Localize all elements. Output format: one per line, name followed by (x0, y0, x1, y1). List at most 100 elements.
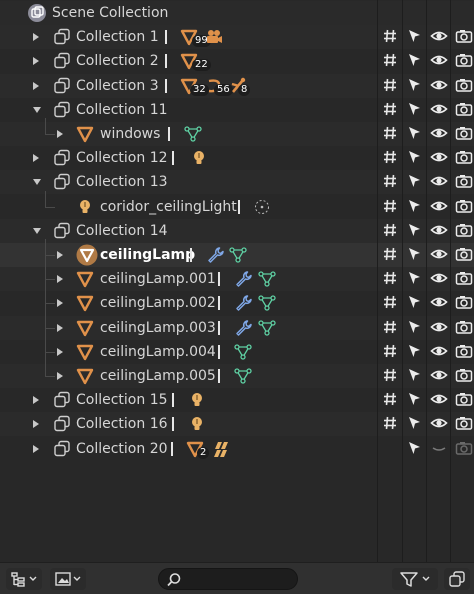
collapse-arrow[interactable] (33, 179, 41, 186)
exclude-checkbox-icon[interactable] (382, 270, 400, 288)
modifier-wrench-icon[interactable] (234, 270, 252, 292)
render-camera-icon[interactable] (455, 246, 473, 264)
visibility-eye-icon[interactable] (430, 77, 448, 95)
expand-arrow[interactable] (57, 372, 63, 380)
render-camera-icon[interactable] (455, 173, 473, 191)
expand-arrow[interactable] (33, 57, 39, 66)
row-label[interactable]: Collection 20 (76, 441, 168, 457)
row-label[interactable]: Collection 2 (76, 53, 159, 69)
row-label[interactable]: Collection 1 (76, 29, 159, 45)
row-label[interactable]: windows (100, 126, 160, 142)
visibility-eye-icon[interactable] (430, 343, 448, 361)
render-camera-icon[interactable] (455, 149, 473, 167)
exclude-checkbox-icon[interactable] (382, 294, 400, 312)
selectable-arrow-icon[interactable] (406, 294, 424, 312)
mesh-data-icon[interactable] (258, 294, 276, 316)
row-label[interactable]: ceilingLamp.005 (100, 368, 216, 384)
selectable-arrow-icon[interactable] (406, 77, 424, 95)
row-label[interactable]: ceilingLamp.004 (100, 344, 216, 360)
visibility-eye-icon[interactable] (430, 101, 448, 119)
filter-dropdown[interactable] (392, 568, 438, 590)
mesh-data-icon[interactable] (258, 319, 276, 341)
row-label[interactable]: Collection 3 (76, 78, 159, 94)
expand-arrow[interactable] (57, 275, 63, 284)
expand-arrow[interactable] (57, 323, 63, 332)
modifier-wrench-icon[interactable] (234, 294, 252, 316)
selectable-arrow-icon[interactable] (406, 319, 424, 337)
row-label[interactable]: ceilingLamp (100, 247, 195, 263)
visibility-eye-icon[interactable] (430, 270, 448, 288)
light-object-icon[interactable] (188, 391, 206, 413)
expand-arrow[interactable] (57, 299, 63, 308)
render-camera-icon[interactable] (455, 222, 473, 240)
selectable-arrow-icon[interactable] (406, 149, 424, 167)
selectable-arrow-icon[interactable] (406, 173, 424, 191)
exclude-checkbox-icon[interactable] (382, 149, 400, 167)
instance-icon[interactable] (212, 440, 230, 462)
mesh-data-icon[interactable] (234, 343, 252, 365)
hidden-eye-icon[interactable] (430, 440, 448, 458)
exclude-checkbox-icon[interactable] (382, 343, 400, 361)
selectable-arrow-icon[interactable] (406, 222, 424, 240)
row-label[interactable]: Collection 14 (76, 223, 168, 239)
expand-arrow[interactable] (33, 396, 39, 405)
modifier-wrench-icon[interactable] (206, 246, 224, 268)
exclude-checkbox-icon[interactable] (382, 367, 400, 385)
visibility-eye-icon[interactable] (430, 319, 448, 337)
expand-arrow[interactable] (33, 33, 39, 42)
render-camera-icon[interactable] (455, 440, 473, 458)
new-collection-button[interactable] (444, 568, 470, 590)
render-camera-icon[interactable] (455, 415, 473, 433)
row-label[interactable]: Collection 13 (76, 174, 168, 190)
exclude-checkbox-icon[interactable] (382, 52, 400, 70)
expand-arrow[interactable] (57, 251, 63, 259)
selectable-arrow-icon[interactable] (406, 391, 424, 409)
row-label[interactable]: ceilingLamp.001 (100, 271, 216, 287)
exclude-checkbox-icon[interactable] (382, 415, 400, 433)
exclude-checkbox-icon[interactable] (382, 77, 400, 95)
render-camera-icon[interactable] (455, 319, 473, 337)
exclude-checkbox-icon[interactable] (382, 246, 400, 264)
modifier-wrench-icon[interactable] (234, 319, 252, 341)
camera-icon[interactable] (204, 28, 224, 50)
selectable-arrow-icon[interactable] (406, 367, 424, 385)
expand-arrow[interactable] (33, 444, 39, 453)
display-mode-dropdown[interactable] (6, 568, 42, 590)
render-camera-icon[interactable] (455, 28, 473, 46)
exclude-checkbox-icon[interactable] (382, 28, 400, 46)
search-input[interactable] (185, 571, 293, 587)
visibility-eye-icon[interactable] (430, 222, 448, 240)
light-data-icon[interactable] (253, 198, 271, 220)
selectable-arrow-icon[interactable] (406, 440, 424, 458)
collapse-arrow[interactable] (33, 227, 41, 234)
selectable-arrow-icon[interactable] (406, 246, 424, 264)
mesh-data-icon[interactable] (229, 246, 247, 268)
expand-arrow[interactable] (57, 347, 63, 356)
selectable-arrow-icon[interactable] (406, 125, 424, 143)
mesh-data-icon[interactable] (234, 367, 252, 389)
visibility-eye-icon[interactable] (430, 246, 448, 264)
selectable-arrow-icon[interactable] (406, 101, 424, 119)
exclude-checkbox-icon[interactable] (382, 173, 400, 191)
mesh-data-icon[interactable] (184, 125, 202, 147)
light-object-icon[interactable] (188, 415, 206, 437)
visibility-eye-icon[interactable] (430, 28, 448, 46)
exclude-checkbox-icon[interactable] (382, 391, 400, 409)
row-label[interactable]: Collection 11 (76, 102, 168, 118)
exclude-checkbox-icon[interactable] (382, 319, 400, 337)
row-label[interactable]: ceilingLamp.002 (100, 295, 216, 311)
selectable-arrow-icon[interactable] (406, 28, 424, 46)
selectable-arrow-icon[interactable] (406, 52, 424, 70)
view-options-dropdown[interactable] (50, 568, 86, 590)
expand-arrow[interactable] (33, 420, 39, 429)
visibility-eye-icon[interactable] (430, 149, 448, 167)
row-label[interactable]: Collection 16 (76, 416, 168, 432)
visibility-eye-icon[interactable] (430, 198, 448, 216)
outliner-panel[interactable]: Scene Collection Collection 1 99 Collection… (0, 0, 474, 562)
render-camera-icon[interactable] (455, 270, 473, 288)
render-camera-icon[interactable] (455, 391, 473, 409)
render-camera-icon[interactable] (455, 52, 473, 70)
mesh-data-icon[interactable] (258, 270, 276, 292)
render-camera-icon[interactable] (455, 343, 473, 361)
render-camera-icon[interactable] (455, 367, 473, 385)
